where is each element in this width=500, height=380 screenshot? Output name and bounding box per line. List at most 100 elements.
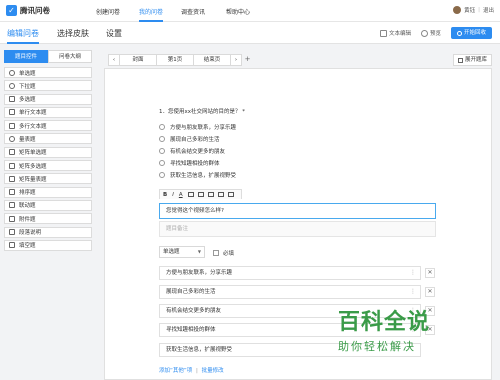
top-nav: ✓ 腾讯问卷 创建问卷 我的问卷 调查资讯 帮助中心 黄钰 | 退出 [0,0,500,22]
qtype-scale[interactable]: 量表题 [4,133,92,145]
tab-settings[interactable]: 设置 [106,28,122,39]
nav-create-survey[interactable]: 创建问卷 [96,7,120,16]
publish-label: 开始回收 [463,30,486,36]
nav-my-surveys[interactable]: 我的问卷 [139,7,163,16]
batch-edit-link[interactable]: 批量修改 [202,368,224,374]
option-input[interactable]: 展现自己多彩的生活 [159,285,421,299]
option-label: 有机会结交更多的朋友 [170,149,226,155]
drag-handle-icon[interactable]: ⋮ [410,286,416,298]
nav-help-center[interactable]: 帮助中心 [226,7,250,16]
divider: | [478,7,480,13]
qtype-matrix-scale[interactable]: 矩阵量表题 [4,173,92,185]
question-option[interactable]: 方便与朋友联系，分享乐趣 [159,123,236,131]
qtype-label: 多选题 [19,97,36,104]
delete-option-icon[interactable]: ✕ [425,268,435,278]
checkbox-icon [213,250,219,256]
qtype-label: 联动题 [19,203,36,210]
publish-button[interactable]: 开始回收 [450,27,492,39]
radio-icon [159,160,165,166]
drag-handle-icon[interactable]: ⋮ [410,267,416,279]
text-edit-button[interactable]: 文本编辑 [379,29,411,37]
tab-cover[interactable]: 封面 [119,54,157,66]
required-checkbox[interactable]: 必填 [213,249,234,257]
logo[interactable]: ✓ 腾讯问卷 [6,5,50,16]
fill-blank-icon [9,242,15,249]
logout-link[interactable]: 退出 [483,6,494,14]
delete-option-icon[interactable]: ✕ [425,287,435,297]
add-other-link[interactable]: 添加“其他”项 [159,368,192,374]
qtype-label: 段落说明 [19,230,42,237]
radio-icon [159,172,165,178]
user-name[interactable]: 黄钰 [464,6,475,14]
add-page-button[interactable]: + [243,54,252,66]
italic-button[interactable]: I [172,192,174,198]
tab-survey-outline[interactable]: 问卷大纲 [48,50,92,63]
tab-question-controls[interactable]: 题目控件 [4,50,48,63]
brand-name: 腾讯问卷 [20,6,50,15]
question-note-input[interactable]: 题目备注 [159,221,436,237]
page-tabstrip: ‹ 封面 第1页 结束页 › + [108,54,252,66]
question-title[interactable]: 1．您使用xx社交网站的目的是？ * [159,107,245,115]
qtype-dropdown[interactable]: 下拉题 [4,80,92,92]
question-option[interactable]: 获取生活信息，扩展视野受 [159,171,236,179]
option-actions: 添加“其他”项 | 批量修改 [159,366,224,374]
qtype-attachment[interactable]: 附件题 [4,213,92,225]
option-input[interactable]: 方便与朋友联系，分享乐趣 [159,266,421,280]
bold-button[interactable]: B [163,192,167,198]
question-types-panel: 题目控件 问卷大纲 单选题 下拉题 多选题 单行文本题 多行文本题 量表题 矩阵… [4,50,92,380]
divider: | [195,368,198,374]
sort-icon [9,189,15,196]
library-icon [457,57,463,63]
background-color-icon[interactable] [187,192,194,197]
option-label: 获取生活信息，扩展视野受 [170,173,237,179]
option-label: 寻找知趣相投的群体 [170,161,220,167]
qtype-single-choice[interactable]: 单选题 [4,67,92,78]
question-title-input[interactable]: 您觉得这个视频怎么样? [159,203,436,219]
watermark-title: 百科全说 [338,310,431,335]
next-page-button[interactable]: › [230,54,242,66]
preview-button[interactable]: 预览 [420,29,441,37]
expand-library-button[interactable]: 展开题库 [452,54,492,66]
option-label: 方便与朋友联系，分享乐趣 [170,125,237,131]
qtype-label: 附件题 [19,216,36,223]
text-edit-label: 文本编辑 [388,31,411,37]
qtype-paragraph[interactable]: 段落说明 [4,226,92,238]
avatar[interactable] [453,6,462,14]
link-icon [9,202,15,209]
text-edit-icon [379,29,387,37]
table-icon[interactable] [217,192,224,197]
image-icon[interactable] [207,192,214,197]
single-line-icon [9,109,15,116]
question-option[interactable]: 展现自己多彩的生活 [159,135,220,143]
radio-icon [9,69,15,76]
editor-subbar: 编辑问卷 选择皮肤 设置 文本编辑 预览 开始回收 [0,22,500,44]
qtype-label: 单选题 [19,70,36,77]
tab-end-page[interactable]: 结束页 [193,54,231,66]
chevron-down-icon: ▼ [197,249,201,254]
qtype-label: 排序题 [19,190,36,197]
qtype-multi-line-text[interactable]: 多行文本题 [4,120,92,132]
qtype-sort[interactable]: 排序题 [4,186,92,198]
qtype-matrix-multi[interactable]: 矩阵多选题 [4,160,92,172]
tab-choose-skin[interactable]: 选择皮肤 [57,28,89,39]
question-type-select[interactable]: 单选题 ▼ [159,246,205,258]
qtype-multi-choice[interactable]: 多选题 [4,93,92,105]
tab-page-1[interactable]: 第1页 [156,54,194,66]
user-menu: 黄钰 | 退出 [453,6,494,14]
qtype-label: 矩阵多选题 [19,163,47,170]
qtype-fill-blank[interactable]: 填空题 [4,239,92,251]
tab-edit-survey[interactable]: 编辑问卷 [7,28,39,44]
question-option[interactable]: 有机会结交更多的朋友 [159,147,225,155]
video-icon[interactable] [227,192,234,197]
qtype-linked[interactable]: 联动题 [4,199,92,211]
qtype-single-line-text[interactable]: 单行文本题 [4,106,92,118]
paragraph-icon [9,229,15,236]
question-option[interactable]: 寻找知趣相投的群体 [159,159,220,167]
qtype-matrix-single[interactable]: 矩阵单选题 [4,146,92,158]
qtype-label: 矩阵单选题 [19,150,47,157]
link-icon[interactable] [197,192,204,197]
font-color-button[interactable]: A [179,192,183,198]
radio-icon [159,124,165,130]
radio-icon [159,136,165,142]
nav-survey-news[interactable]: 调查资讯 [181,7,205,16]
